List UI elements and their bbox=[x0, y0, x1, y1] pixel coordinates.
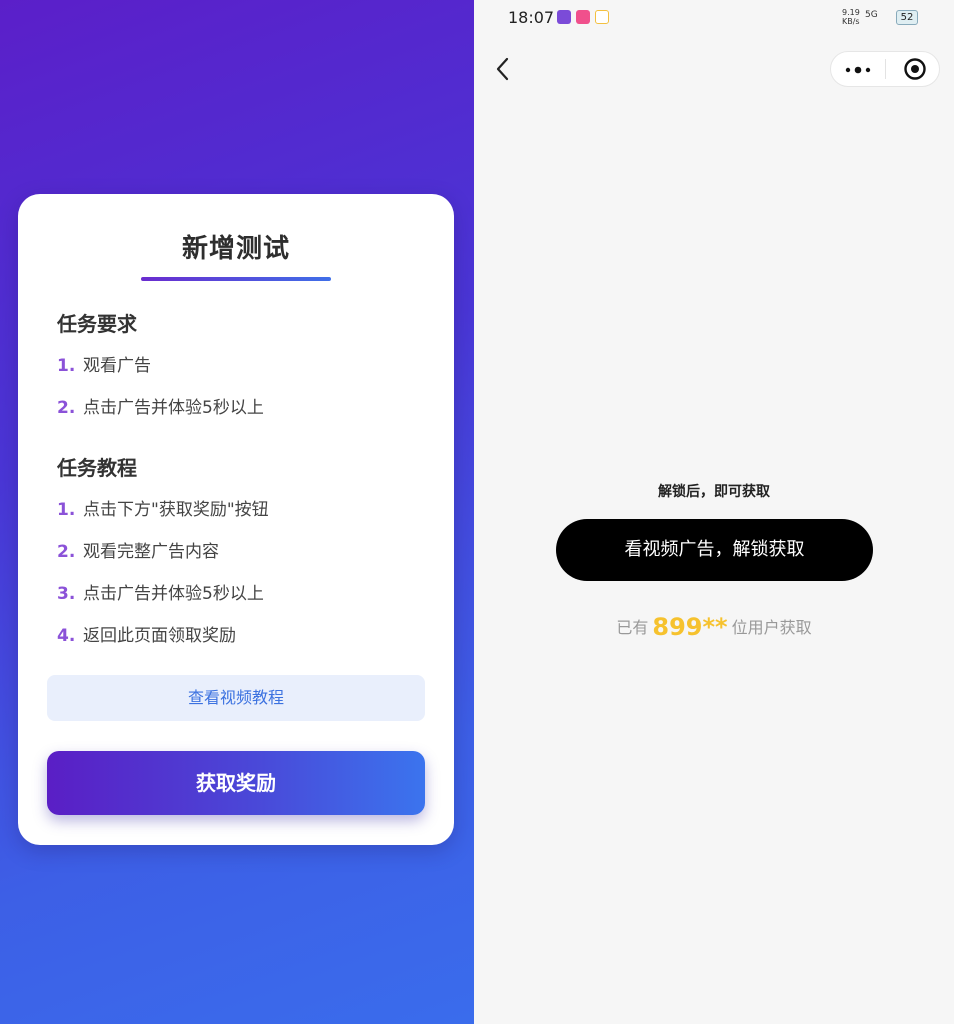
count-prefix: 已有 bbox=[616, 618, 649, 637]
tutorial-heading: 任务教程 bbox=[57, 456, 137, 480]
step-number: 4. bbox=[57, 626, 76, 646]
step-text: 观看完整广告内容 bbox=[83, 542, 219, 562]
watch-video-ad-button[interactable]: 看视频广告，解锁获取 bbox=[556, 519, 873, 581]
tutorial-item: 2. 观看完整广告内容 bbox=[57, 537, 219, 562]
step-text: 返回此页面领取奖励 bbox=[83, 626, 236, 646]
status-app-icons bbox=[557, 10, 609, 24]
user-count-line: 已有 899** 位用户获取 bbox=[474, 613, 954, 641]
speed-value: 9.19 bbox=[842, 8, 860, 17]
step-number: 2. bbox=[57, 398, 76, 418]
network-speed: 9.19 KB/s bbox=[842, 8, 860, 26]
chevron-left-icon[interactable] bbox=[492, 56, 516, 82]
step-text: 观看广告 bbox=[83, 356, 151, 376]
tutorial-item: 1. 点击下方"获取奖励"按钮 bbox=[57, 495, 269, 520]
step-number: 1. bbox=[57, 500, 76, 520]
app-notification-icon bbox=[595, 10, 609, 24]
app-notification-icon bbox=[557, 10, 571, 24]
requirement-item: 2. 点击广告并体验5秒以上 bbox=[57, 393, 264, 418]
count-value: 899** bbox=[652, 613, 728, 641]
more-dots-icon[interactable] bbox=[845, 66, 871, 74]
network-type: 5G bbox=[865, 10, 878, 20]
status-time: 18:07 bbox=[508, 8, 555, 27]
app-notification-icon bbox=[576, 10, 590, 24]
requirement-item: 1. 观看广告 bbox=[57, 351, 151, 376]
target-close-icon[interactable] bbox=[903, 57, 927, 81]
right-panel bbox=[474, 0, 954, 1024]
speed-unit: KB/s bbox=[842, 17, 860, 26]
capsule-divider bbox=[885, 59, 886, 79]
step-number: 3. bbox=[57, 584, 76, 604]
tutorial-item: 4. 返回此页面领取奖励 bbox=[57, 621, 236, 646]
title-underline bbox=[141, 277, 331, 281]
requirements-heading: 任务要求 bbox=[57, 312, 137, 336]
step-text: 点击广告并体验5秒以上 bbox=[83, 398, 264, 418]
card-title: 新增测试 bbox=[181, 234, 290, 264]
step-text: 点击下方"获取奖励"按钮 bbox=[83, 500, 269, 520]
step-number: 2. bbox=[57, 542, 76, 562]
step-number: 1. bbox=[57, 356, 76, 376]
count-suffix: 位用户获取 bbox=[731, 618, 812, 637]
battery-icon: 52 bbox=[896, 10, 918, 25]
view-video-tutorial-button[interactable]: 查看视频教程 bbox=[47, 675, 425, 721]
step-text: 点击广告并体验5秒以上 bbox=[83, 584, 264, 604]
tutorial-item: 3. 点击广告并体验5秒以上 bbox=[57, 579, 264, 604]
get-reward-button[interactable]: 获取奖励 bbox=[47, 751, 425, 815]
unlock-hint: 解锁后，即可获取 bbox=[658, 484, 770, 500]
